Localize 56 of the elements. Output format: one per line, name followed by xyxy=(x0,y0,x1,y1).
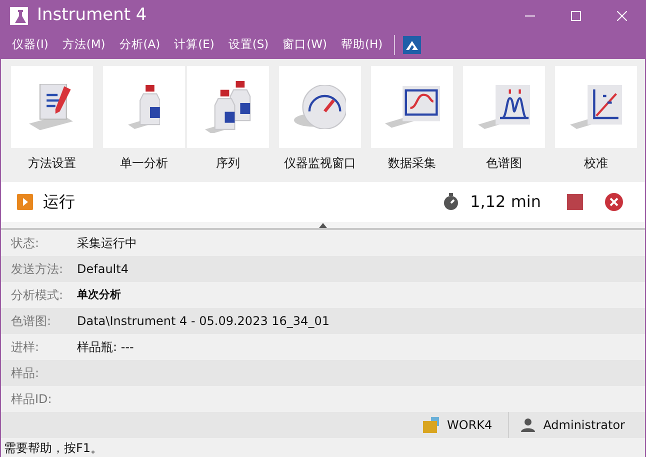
signal-screen-icon xyxy=(384,86,440,128)
field-value: 采集运行中 xyxy=(77,235,137,252)
bottles-icon xyxy=(205,80,251,134)
elapsed-time: 1,12 min xyxy=(470,191,541,213)
calibration-line-icon xyxy=(570,85,622,129)
field-label: 状态: xyxy=(11,235,40,252)
menu-item[interactable]: 分析(A) xyxy=(112,36,168,54)
stopwatch-icon xyxy=(442,193,460,211)
field-label: 发送方法: xyxy=(11,261,64,278)
close-circle-icon xyxy=(605,193,623,211)
project-name: WORK4 xyxy=(447,417,492,434)
field-value: 样品瓶: --- xyxy=(77,339,134,356)
field-value: 单次分析 xyxy=(77,286,121,303)
tool-label[interactable]: 色谱图 xyxy=(486,154,522,172)
play-icon xyxy=(17,194,33,210)
field-label: 色谱图: xyxy=(11,313,52,330)
field-value: Data\Instrument 4 - 05.09.2023 16_34_01 xyxy=(77,313,330,330)
folder-file-icon xyxy=(423,417,442,433)
tool-label[interactable]: 仪器监视窗口 xyxy=(284,154,356,172)
gauge-icon xyxy=(294,85,346,129)
bottle-icon xyxy=(128,85,160,129)
status-text: 需要帮助，按F1。 xyxy=(4,440,103,457)
peaks-chart-icon xyxy=(478,85,530,129)
field-label: 进样: xyxy=(11,339,40,356)
tool-label[interactable]: 校准 xyxy=(584,154,608,172)
tool-button[interactable] xyxy=(279,66,361,148)
tool-button[interactable] xyxy=(11,66,93,148)
menu-item[interactable]: 窗口(W) xyxy=(276,36,334,54)
user-name: Administrator xyxy=(543,417,625,434)
menu-item[interactable]: 方法(M) xyxy=(55,36,112,54)
menu-item[interactable]: 仪器(I) xyxy=(5,36,56,54)
close-icon xyxy=(617,11,627,21)
menu-item[interactable]: 计算(E) xyxy=(167,36,222,54)
user-icon xyxy=(521,418,536,432)
mountain-logo-icon xyxy=(402,36,421,54)
window-title: Instrument 4 xyxy=(37,4,148,28)
field-label: 样品ID: xyxy=(11,391,53,408)
tool-button[interactable] xyxy=(463,66,545,148)
tool-label[interactable]: 单一分析 xyxy=(120,154,168,172)
menu-item[interactable]: 帮助(H) xyxy=(334,36,390,54)
tool-label[interactable]: 数据采集 xyxy=(388,154,436,172)
field-label: 分析模式: xyxy=(11,287,64,304)
field-label: 样品: xyxy=(11,365,40,382)
stop-icon xyxy=(567,194,583,210)
maximize-icon xyxy=(571,11,581,21)
tool-label[interactable]: 方法设置 xyxy=(28,154,76,172)
tool-label[interactable]: 序列 xyxy=(216,154,240,172)
flask-logo-icon xyxy=(9,6,29,26)
tool-button[interactable] xyxy=(371,66,453,148)
tool-button[interactable] xyxy=(103,66,185,148)
field-value: Default4 xyxy=(77,261,128,278)
tool-button[interactable] xyxy=(187,66,269,148)
tool-button[interactable] xyxy=(555,66,637,148)
menu-item[interactable]: 设置(S) xyxy=(221,36,276,54)
pencil-document-icon xyxy=(28,84,76,130)
run-title: 运行 xyxy=(43,191,76,213)
